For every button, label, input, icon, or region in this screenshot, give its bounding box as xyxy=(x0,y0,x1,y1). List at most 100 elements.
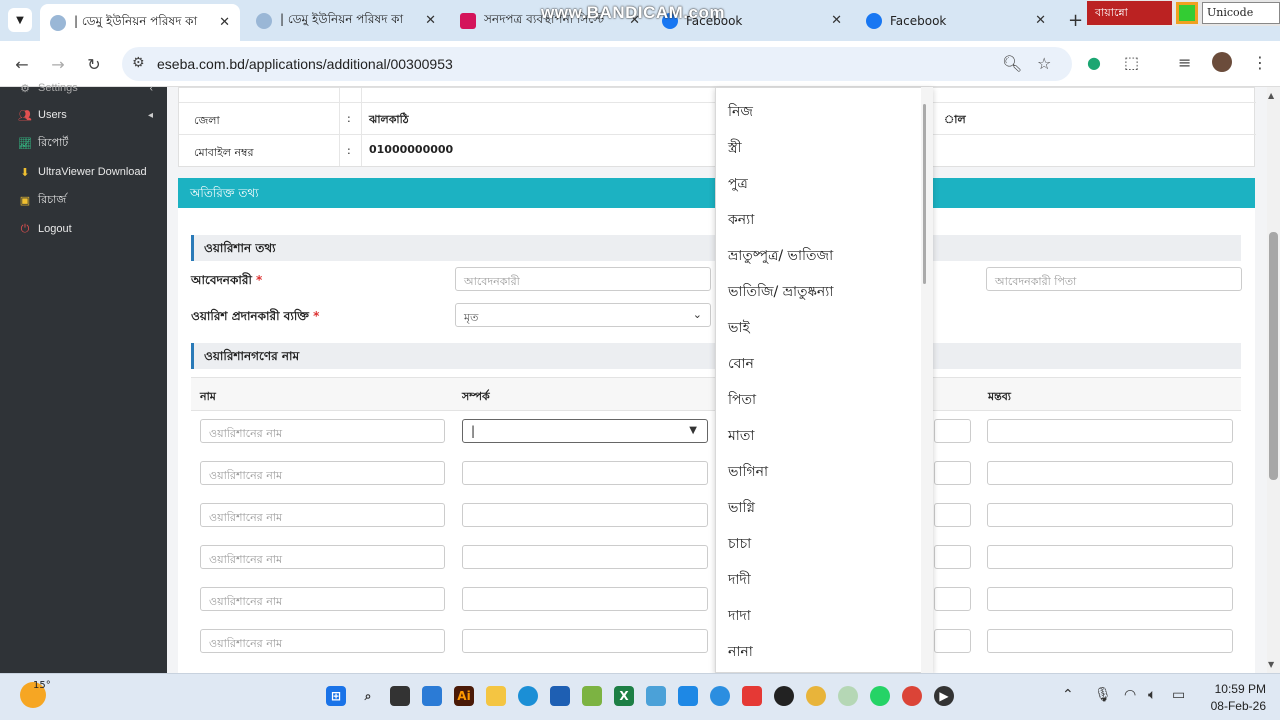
heir-name-input[interactable]: ওয়ারিশানের নাম xyxy=(200,629,445,653)
unicode-mode-button[interactable]: Unicode xyxy=(1202,2,1280,24)
relation-option[interactable]: স্ত্রী xyxy=(728,136,742,160)
sidebar-item-report[interactable]: 📈︎ রিপোর্ট xyxy=(0,132,167,154)
forward-icon[interactable]: → xyxy=(47,53,69,75)
browser-tab-active[interactable]: | ডেমু ইউনিয়ন পরিষদ কা ✕ xyxy=(40,4,240,41)
task-view-icon[interactable] xyxy=(390,686,410,706)
media-player-icon[interactable]: ▶ xyxy=(934,686,954,706)
relation-option[interactable]: চাচা xyxy=(728,532,751,556)
whatsapp-light-icon[interactable] xyxy=(838,686,858,706)
remark-input[interactable] xyxy=(987,629,1233,653)
heir-name-input[interactable]: ওয়ারিশানের নাম xyxy=(200,419,445,443)
relation-option[interactable]: দাদী xyxy=(728,568,751,592)
file-explorer-icon[interactable] xyxy=(486,686,506,706)
edge-icon[interactable] xyxy=(518,686,538,706)
battery-icon[interactable]: ▭ xyxy=(1172,687,1185,703)
illustrator-icon[interactable]: Ai xyxy=(454,686,474,706)
relation-option[interactable]: ভাতিজি/ ভ্রাতুষ্কন্যা xyxy=(728,280,833,304)
cell-input[interactable] xyxy=(934,545,971,569)
remark-input[interactable] xyxy=(987,503,1233,527)
chrome-icon[interactable] xyxy=(806,686,826,706)
zoom-icon[interactable]: 🔍︎ xyxy=(1002,54,1022,73)
system-clock[interactable]: 10:59 PM 08-Feb-26 xyxy=(1196,681,1266,715)
store-icon[interactable] xyxy=(422,686,442,706)
chrome-profile-icon[interactable] xyxy=(902,686,922,706)
relation-select[interactable] xyxy=(462,503,708,527)
relation-option[interactable]: ভাগ্নি xyxy=(728,496,755,520)
relation-select[interactable]: | ▼ xyxy=(462,419,708,443)
heir-name-input[interactable]: ওয়ারিশানের নাম xyxy=(200,587,445,611)
relation-option[interactable]: মাতা xyxy=(728,424,754,448)
sidebar-item-settings[interactable]: ⚙ Settings ‹ xyxy=(0,77,167,99)
media-control-icon[interactable]: ≡ xyxy=(1178,53,1191,72)
chevron-up-icon[interactable]: ⌃ xyxy=(1062,687,1074,703)
relation-option[interactable]: বোন xyxy=(728,352,754,376)
speaker-icon[interactable]: 🔈︎ xyxy=(1148,687,1156,703)
close-tab-icon[interactable]: ✕ xyxy=(425,13,436,28)
wifi-icon[interactable]: ◠ xyxy=(1124,687,1136,703)
relation-select[interactable] xyxy=(462,545,708,569)
provider-select[interactable]: মৃত ⌄ xyxy=(455,303,711,327)
remark-input[interactable] xyxy=(987,587,1233,611)
new-tab-button[interactable]: + xyxy=(1068,10,1083,31)
applicant-input[interactable]: আবেদনকারী xyxy=(455,267,711,291)
heir-name-input[interactable]: ওয়ারিশানের নাম xyxy=(200,503,445,527)
whatsapp-icon[interactable] xyxy=(870,686,890,706)
scroll-down-icon[interactable]: ▼ xyxy=(1268,660,1274,669)
notepad-icon[interactable] xyxy=(582,686,602,706)
cell-input[interactable] xyxy=(934,419,971,443)
scroll-up-icon[interactable]: ▲ xyxy=(1268,91,1274,100)
reload-icon[interactable]: ↻ xyxy=(83,53,105,75)
relation-option[interactable]: ভ্রাতুষ্পুত্র/ ভাতিজা xyxy=(728,244,833,268)
relation-option[interactable]: নিজ xyxy=(728,100,753,124)
sidebar-item-users[interactable]: 👥︎ Users ◂ xyxy=(0,104,167,126)
relation-option[interactable]: দাদা xyxy=(728,604,751,628)
relation-option[interactable]: কন্যা xyxy=(728,208,754,232)
address-bar[interactable]: ⚙ eseba.com.bd/applications/additional/0… xyxy=(122,47,1072,81)
search-icon[interactable]: ⌕ xyxy=(358,686,378,706)
relation-select[interactable] xyxy=(462,461,708,485)
pdf-converter-icon[interactable] xyxy=(742,686,762,706)
relation-select[interactable] xyxy=(462,629,708,653)
browser-menu-icon[interactable]: ⋮ xyxy=(1252,53,1268,72)
bookmark-star-icon[interactable]: ☆ xyxy=(1037,54,1051,73)
relation-option[interactable]: পিতা xyxy=(728,388,756,412)
relation-option[interactable]: ভাই xyxy=(728,316,750,340)
sidebar-item-logout[interactable]: ⏻ Logout xyxy=(0,218,167,240)
cell-input[interactable] xyxy=(934,461,971,485)
excel-icon[interactable]: X xyxy=(614,686,634,706)
app-icon[interactable] xyxy=(646,686,666,706)
sidebar-item-ultraviewer[interactable]: ⬇ UltraViewer Download xyxy=(0,161,167,183)
browser-tab[interactable]: | ডেমু ইউনিয়ন পরিষদ কা ✕ xyxy=(246,4,446,37)
relation-option[interactable]: ভাগিনা xyxy=(728,460,768,484)
microphone-icon[interactable]: 🎙︎ xyxy=(1094,687,1112,703)
site-info-icon[interactable]: ⚙ xyxy=(132,55,145,71)
heir-name-input[interactable]: ওয়ারিশানের নাম xyxy=(200,461,445,485)
cell-input[interactable] xyxy=(934,629,971,653)
profile-avatar[interactable] xyxy=(1212,52,1232,72)
close-tab-icon[interactable]: ✕ xyxy=(831,13,842,28)
remark-input[interactable] xyxy=(987,545,1233,569)
app-icon[interactable] xyxy=(710,686,730,706)
relation-option[interactable]: নানা xyxy=(728,640,753,664)
windows-start-icon[interactable]: ⊞ xyxy=(326,686,346,706)
record-icon[interactable] xyxy=(774,686,794,706)
app-icon[interactable] xyxy=(550,686,570,706)
relation-option[interactable]: পুত্র xyxy=(728,172,748,196)
back-icon[interactable]: ← xyxy=(11,53,33,75)
vscode-icon[interactable] xyxy=(678,686,698,706)
browser-tab[interactable]: Facebook ✕ xyxy=(856,4,1056,37)
page-scroll-thumb[interactable] xyxy=(1269,232,1278,480)
cell-input[interactable] xyxy=(934,503,971,527)
extension-green-icon[interactable]: ● xyxy=(1087,53,1101,72)
close-tab-icon[interactable]: ✕ xyxy=(1035,13,1046,28)
remark-input[interactable] xyxy=(987,461,1233,485)
close-tab-icon[interactable]: ✕ xyxy=(219,15,230,30)
tab-search-button[interactable]: ▼ xyxy=(8,8,32,32)
bijoy-keyboard-button[interactable]: বায়ান্নো xyxy=(1087,1,1172,25)
sidebar-item-recharge[interactable]: ▣ রিচার্জ xyxy=(0,189,167,211)
applicant-father-input[interactable]: আবেদনকারী পিতা xyxy=(986,267,1242,291)
layout-toggle-icon[interactable] xyxy=(1176,2,1198,24)
dropdown-scroll-thumb[interactable] xyxy=(923,104,926,284)
relation-select[interactable] xyxy=(462,587,708,611)
extensions-puzzle-icon[interactable]: ⬚ xyxy=(1124,53,1139,72)
